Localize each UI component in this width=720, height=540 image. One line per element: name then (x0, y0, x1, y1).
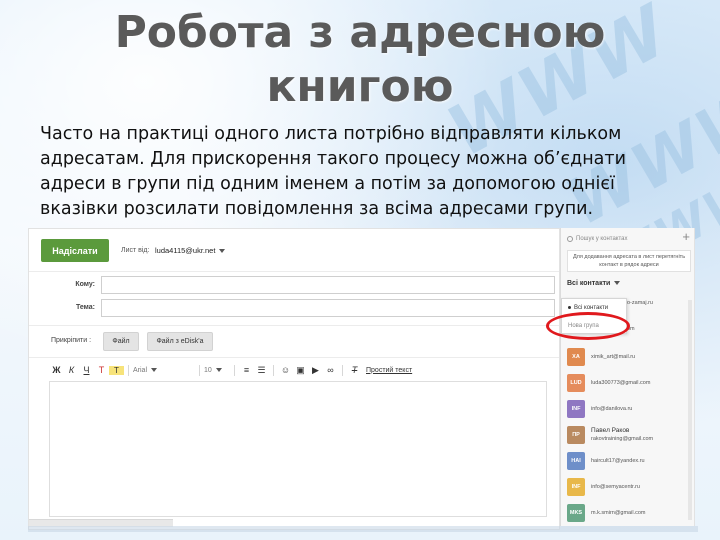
slide-description: Часто на практиці одного листа потрібно … (40, 124, 626, 219)
from-value: luda4115@ukr.net (155, 246, 216, 255)
contact-avatar: INF (567, 478, 585, 496)
contact-item[interactable]: INF info@danilova.ru (567, 400, 692, 420)
chevron-down-icon (219, 249, 226, 254)
contact-email: luda300773@gmail.com (591, 380, 651, 386)
divider (199, 364, 200, 376)
divider (273, 364, 274, 376)
bold-button[interactable]: Ж (49, 365, 64, 375)
contact-item[interactable]: INF info@semyacentr.ru (567, 478, 692, 498)
search-icon (567, 235, 573, 242)
contact-email: info@semyacentr.ru (591, 484, 640, 490)
contact-item[interactable]: MKS m.k.smirn@gmail.com (567, 504, 692, 524)
contact-email: haircult17@yandex.ru (591, 458, 645, 464)
divider (29, 325, 559, 326)
contact-avatar: ХА (567, 348, 585, 366)
contact-email: info@danilova.ru (591, 406, 633, 412)
size-value: 10 (204, 366, 212, 374)
contact-name: Павел Раков (591, 427, 630, 434)
selected-bullet-icon (568, 305, 571, 309)
align-icon[interactable]: ≡ (239, 365, 254, 375)
divider (342, 364, 343, 376)
chevron-down-icon (614, 281, 621, 286)
drag-hint: Для додавання адресата в лист перетягніт… (567, 250, 691, 272)
dropdown-all-contacts[interactable]: Всі контакти (568, 305, 608, 311)
contact-email: m.k.smirn@gmail.com (591, 510, 646, 516)
plain-text-link[interactable]: Простий текст (366, 367, 412, 374)
list-icon[interactable]: ☰ (254, 365, 269, 376)
contact-item[interactable]: HAI haircult17@yandex.ru (567, 452, 692, 472)
emoji-icon[interactable]: ☺ (278, 365, 293, 375)
from-selector[interactable]: luda4115@ukr.net (155, 246, 226, 255)
contact-item[interactable]: ПР Павел Раков rakovtraining@gmail.com (567, 426, 692, 446)
contact-avatar: MKS (567, 504, 585, 522)
chevron-down-icon (151, 368, 158, 372)
contact-avatar: HAI (567, 452, 585, 470)
message-body[interactable] (49, 381, 547, 517)
attach-label: Прикріпити : (51, 337, 92, 344)
contact-email: ximik_art@mail.ru (591, 354, 636, 360)
highlight-circle (546, 312, 630, 340)
contact-item[interactable]: LUD luda300773@gmail.com (567, 374, 692, 394)
contact-avatar: LUD (567, 374, 585, 392)
chevron-down-icon (215, 368, 222, 372)
contact-email-partial: o-zamaj.ru (627, 300, 653, 306)
subject-label: Тема: (75, 304, 95, 311)
clear-format-icon[interactable]: T (347, 365, 362, 375)
search-placeholder: Пошук у контактах (576, 235, 628, 242)
send-button[interactable]: Надіслати (41, 239, 109, 262)
mail-composer: Надіслати Лист від: luda4115@ukr.net Ком… (28, 228, 560, 530)
group-selector-label: Всі контакти (567, 280, 611, 287)
to-input[interactable] (101, 276, 555, 294)
contacts-scrollbar[interactable] (688, 300, 692, 520)
link-icon[interactable]: ∞ (323, 365, 338, 375)
attach-file-button[interactable]: Файл (103, 332, 139, 351)
from-label: Лист від: (121, 247, 150, 254)
text-color-button[interactable]: Т (94, 365, 109, 375)
italic-button[interactable]: К (64, 365, 79, 375)
contact-avatar: INF (567, 400, 585, 418)
highlight-button[interactable]: Т (109, 365, 124, 375)
contact-item[interactable]: ХА ximik_art@mail.ru (567, 348, 692, 368)
contact-avatar: ПР (567, 426, 585, 444)
group-selector[interactable]: Всі контакти (567, 280, 621, 287)
font-select[interactable]: Arial (133, 367, 195, 374)
underline-button[interactable]: Ч (79, 365, 94, 375)
slide-title: Робота з адресною книгою (114, 7, 606, 112)
contact-email: rakovtraining@gmail.com (591, 436, 654, 442)
size-select[interactable]: 10 (204, 367, 230, 374)
attach-edisk-button[interactable]: Файл з eDisk'a (147, 332, 213, 351)
divider (29, 357, 559, 358)
add-contact-button[interactable]: + (682, 229, 690, 244)
divider (29, 271, 559, 272)
image-icon[interactable]: ▣ (293, 365, 308, 376)
divider (128, 364, 129, 376)
contacts-search-input[interactable]: Пошук у контактах (563, 232, 670, 245)
font-value: Arial (133, 366, 148, 374)
dropdown-all-contacts-label: Всі контакти (574, 305, 609, 311)
subject-input[interactable] (101, 299, 555, 317)
bottom-bar (28, 526, 698, 532)
video-icon[interactable]: ▶ (308, 365, 323, 376)
contacts-panel: Пошук у контактах + Для додавання адреса… (560, 228, 695, 526)
divider (234, 364, 235, 376)
to-label: Кому: (75, 281, 95, 288)
format-toolbar: Ж К Ч Т Т Arial 10 ≡ ☰ ☺ ▣ ▶ ∞ T Простий… (49, 363, 412, 377)
